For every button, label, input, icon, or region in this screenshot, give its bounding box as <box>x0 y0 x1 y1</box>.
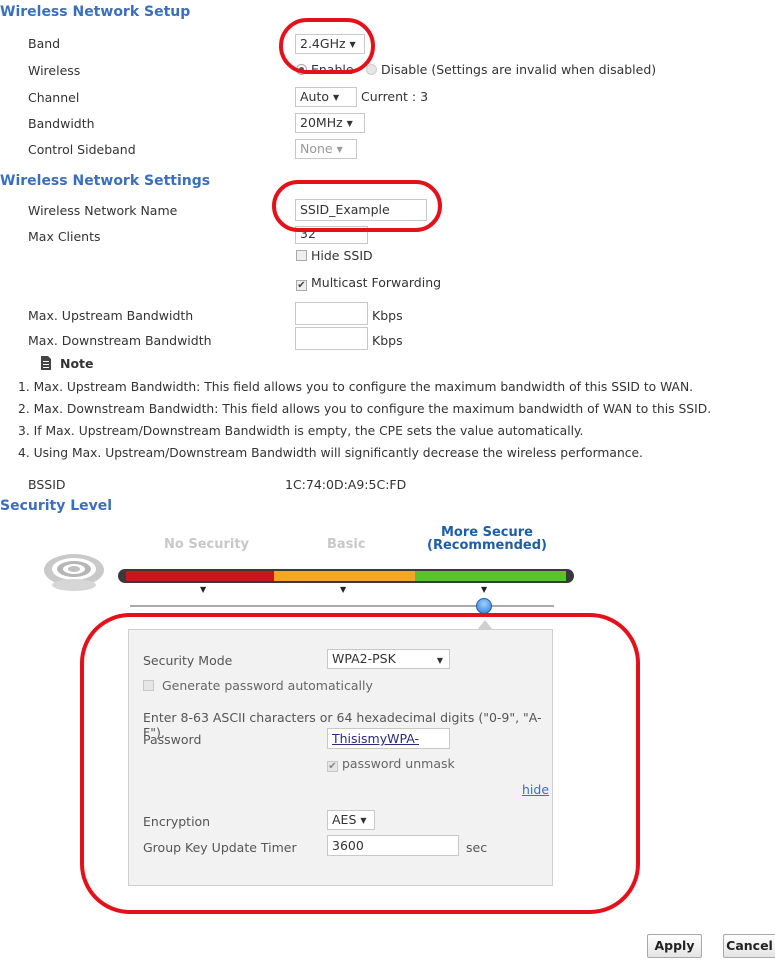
chevron-down-icon: ▼ <box>346 118 353 128</box>
sideband-select[interactable]: None ▼ <box>295 139 357 159</box>
wireless-disable-option[interactable]: Disable (Settings are invalid when disab… <box>366 62 656 77</box>
wireless-setup-title: Wireless Network Setup <box>0 4 191 20</box>
security-bar-orange <box>274 571 415 581</box>
multicast-option[interactable]: ✔ Multicast Forwarding <box>296 275 441 291</box>
bandwidth-select[interactable]: 20MHz ▼ <box>295 113 365 133</box>
chevron-down-icon: ▼ <box>333 92 340 102</box>
highlight-security-panel <box>80 613 640 914</box>
downstream-unit: Kbps <box>372 333 403 348</box>
highlight-network-name <box>272 180 442 232</box>
wireless-settings-title: Wireless Network Settings <box>0 173 211 189</box>
downstream-label: Max. Downstream Bandwidth <box>28 333 212 348</box>
level-no-security[interactable]: No Security <box>164 537 249 552</box>
tick-more-secure-icon: ▼ <box>481 585 488 594</box>
network-name-label: Wireless Network Name <box>28 203 178 218</box>
hide-ssid-label: Hide SSID <box>310 248 373 263</box>
channel-current: Current : 3 <box>361 89 429 104</box>
note-header: Note <box>40 356 94 371</box>
note-line-2: 2. Max. Downstream Bandwidth: This field… <box>18 402 712 416</box>
chevron-down-icon: ▼ <box>336 144 343 154</box>
tick-basic-icon: ▼ <box>340 585 347 594</box>
security-level-title: Security Level <box>0 498 113 514</box>
sideband-label: Control Sideband <box>28 142 136 157</box>
apply-button[interactable]: Apply <box>647 934 702 958</box>
sideband-value: None <box>300 141 333 156</box>
security-bar-green <box>415 571 566 581</box>
security-slider-handle[interactable] <box>476 598 492 614</box>
note-line-1: 1. Max. Upstream Bandwidth: This field a… <box>18 380 694 394</box>
hide-ssid-checkbox[interactable] <box>296 250 307 261</box>
level-basic[interactable]: Basic <box>327 537 366 552</box>
multicast-label: Multicast Forwarding <box>310 275 442 290</box>
level-recommended-label: (Recommended) <box>427 538 547 553</box>
bandwidth-value: 20MHz <box>300 115 343 130</box>
downstream-input[interactable] <box>295 327 368 350</box>
band-label: Band <box>28 36 61 51</box>
upstream-input[interactable] <box>295 302 368 325</box>
hide-ssid-option[interactable]: Hide SSID <box>296 248 373 263</box>
disable-radio[interactable] <box>366 64 377 75</box>
cancel-button[interactable]: Cancel <box>723 934 775 958</box>
level-more-secure[interactable]: More Secure (Recommended) <box>412 526 562 552</box>
channel-select[interactable]: Auto ▼ <box>295 87 357 107</box>
note-icon <box>41 356 51 370</box>
bssid-label: BSSID <box>28 477 66 492</box>
upstream-unit: Kbps <box>372 308 403 323</box>
multicast-checkbox[interactable]: ✔ <box>296 280 307 291</box>
note-line-4: 4. Using Max. Upstream/Downstream Bandwi… <box>18 446 643 460</box>
disable-label: Disable (Settings are invalid when disab… <box>380 62 657 77</box>
wireless-label: Wireless <box>28 63 81 78</box>
highlight-band <box>279 18 375 74</box>
tick-no-security-icon: ▼ <box>200 585 207 594</box>
channel-value: Auto <box>300 89 330 104</box>
upstream-label: Max. Upstream Bandwidth <box>28 308 194 323</box>
wifi-router-icon <box>44 554 104 591</box>
note-title: Note <box>59 356 94 371</box>
max-clients-label: Max Clients <box>28 229 101 244</box>
channel-label: Channel <box>28 90 80 105</box>
bandwidth-label: Bandwidth <box>28 116 95 131</box>
bssid-value: 1C:74:0D:A9:5C:FD <box>285 477 407 492</box>
note-line-3: 3. If Max. Upstream/Downstream Bandwidth… <box>18 424 584 438</box>
security-bar-red <box>126 571 274 581</box>
